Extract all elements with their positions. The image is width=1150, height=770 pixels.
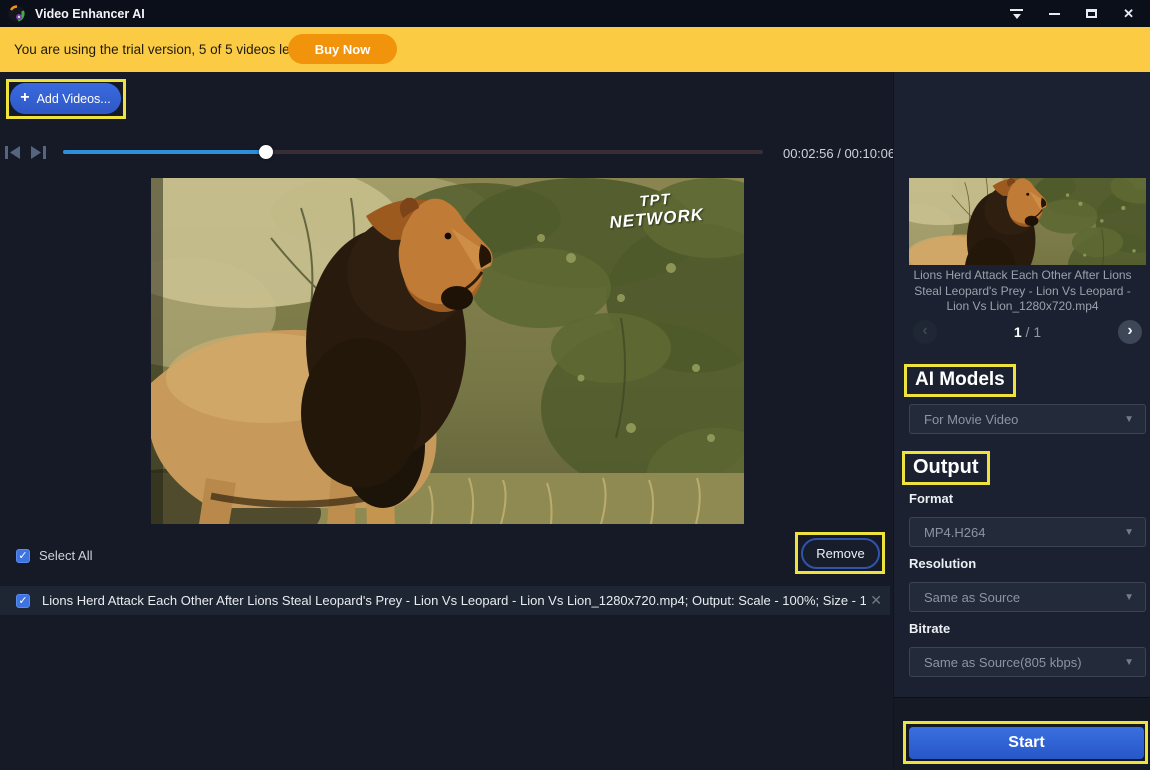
remove-item-icon[interactable]: ✕	[870, 592, 882, 609]
resolution-label: Resolution	[909, 556, 976, 571]
add-videos-label: Add Videos...	[37, 92, 111, 106]
resolution-value: Same as Source	[924, 590, 1124, 605]
chevron-down-icon: ▼	[1124, 592, 1134, 603]
chevron-down-icon: ▼	[1124, 527, 1134, 538]
page-indicator: 1 / 1	[909, 324, 1146, 340]
progress-fill	[63, 150, 266, 154]
maximize-button[interactable]	[1086, 9, 1097, 18]
format-value: MP4.H264	[924, 525, 1124, 540]
titlebar: Video Enhancer AI ✕	[0, 0, 1150, 27]
progress-thumb[interactable]	[259, 145, 273, 159]
chevron-left-icon: ‹	[922, 322, 927, 340]
ai-model-dropdown[interactable]: For Movie Video ▼	[909, 404, 1146, 434]
start-button[interactable]: Start	[909, 727, 1144, 759]
video-enhancer-window: Video Enhancer AI ✕ You are using the tr…	[0, 0, 1150, 770]
close-button[interactable]: ✕	[1123, 7, 1134, 20]
next-frame-button[interactable]	[30, 143, 49, 161]
trial-banner: You are using the trial version, 5 of 5 …	[0, 27, 1150, 72]
remove-button[interactable]: Remove	[801, 538, 880, 569]
sidebar-panel: Lions Herd Attack Each Other After Lions…	[893, 72, 1150, 770]
video-preview-canvas: TPT NETWORK	[151, 178, 744, 524]
bitrate-dropdown[interactable]: Same as Source(805 kbps) ▼	[909, 647, 1146, 677]
app-logo-icon	[8, 5, 25, 22]
trial-message: You are using the trial version, 5 of 5 …	[14, 42, 301, 57]
item-checkbox[interactable]: ✓	[16, 594, 30, 608]
highlight-box-output: Output	[902, 451, 990, 485]
ai-model-value: For Movie Video	[924, 412, 1124, 427]
page-next-button[interactable]: ›	[1118, 320, 1142, 344]
add-videos-button[interactable]: + Add Videos...	[10, 83, 121, 114]
skip-forward-icon	[30, 145, 47, 160]
skip-back-icon	[4, 145, 21, 160]
highlight-box-ai-models: AI Models	[904, 364, 1016, 397]
video-thumbnail[interactable]	[909, 178, 1146, 265]
output-heading: Output	[913, 456, 979, 478]
video-filename: Lions Herd Attack Each Other After Lions…	[902, 268, 1143, 315]
thumbnail-lion-image	[909, 178, 1146, 265]
pagination: 1 / 1 ‹ ›	[909, 320, 1146, 346]
timeline-slider[interactable]	[63, 150, 763, 154]
app-menu-icon[interactable]	[1010, 9, 1023, 19]
select-all-label: Select All	[39, 548, 92, 563]
select-all-row: ✓ Select All	[16, 548, 92, 563]
check-icon: ✓	[18, 595, 27, 607]
buy-now-button[interactable]: Buy Now	[288, 34, 397, 64]
chevron-right-icon: ›	[1127, 322, 1132, 340]
video-list-item[interactable]: ✓ Lions Herd Attack Each Other After Lio…	[0, 586, 890, 615]
format-dropdown[interactable]: MP4.H264 ▼	[909, 517, 1146, 547]
bitrate-label: Bitrate	[909, 621, 950, 636]
resolution-dropdown[interactable]: Same as Source ▼	[909, 582, 1146, 612]
select-all-checkbox[interactable]: ✓	[16, 549, 30, 563]
chevron-down-icon: ▼	[1124, 414, 1134, 425]
format-label: Format	[909, 491, 953, 506]
time-display: 00:02:56 / 00:10:06	[783, 146, 895, 161]
item-description: Lions Herd Attack Each Other After Lions…	[42, 593, 866, 608]
plus-icon: +	[20, 90, 29, 106]
check-icon: ✓	[18, 550, 27, 562]
window-title: Video Enhancer AI	[35, 7, 145, 21]
page-prev-button[interactable]: ‹	[913, 320, 937, 344]
chevron-down-icon: ▼	[1124, 657, 1134, 668]
bitrate-value: Same as Source(805 kbps)	[924, 655, 1124, 670]
minimize-button[interactable]	[1049, 13, 1060, 15]
previous-frame-button[interactable]	[4, 143, 23, 161]
page-current: 1	[1014, 324, 1022, 340]
page-total: / 1	[1022, 324, 1041, 340]
video-frame-lion	[151, 178, 744, 524]
ai-models-heading: AI Models	[915, 369, 1005, 390]
